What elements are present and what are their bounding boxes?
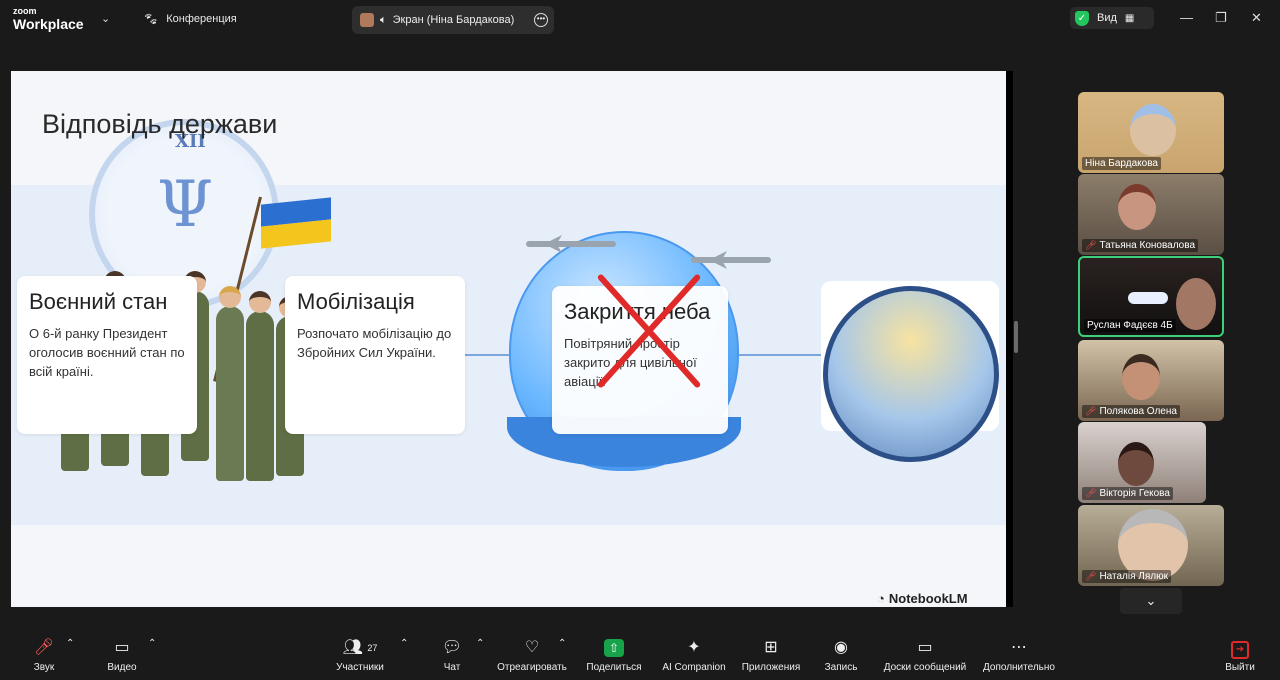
participant-name: 🎤︎ Татьяна Коновалова [1082,239,1199,252]
meeting-label: Конференция [166,13,237,25]
notebooklm-brand: ◔ NotebookLM [877,591,968,606]
restore-button[interactable]: ❐ [1215,10,1227,26]
chevron-down-icon[interactable]: ⌄ [101,12,110,25]
screen-share-tab[interactable]: 🔈︎ Экран (Ніна Бардакова) ••• [352,6,554,34]
react-label: Отреагировать [497,662,567,673]
participant-tile-active[interactable]: Руслан Фадєєв 4Б [1078,256,1224,337]
mic-muted-icon: 🎤︎ [33,639,55,656]
participants-count: 27 [367,643,378,653]
participants-label: Участники [336,662,384,673]
apps-icon: ⊞ [764,639,778,656]
paw-icon: 🐾︎ [143,12,159,26]
participant-tile[interactable]: Ніна Бардакова [1078,92,1224,173]
sparkle-icon: ✦ [687,639,701,656]
audio-button[interactable]: 🎤︎ Звук [24,638,64,673]
record-button[interactable]: ◉ Запись [822,638,860,673]
video-options-caret[interactable]: ⌃ [148,638,156,649]
video-camera-icon: ▭ [114,639,130,656]
participant-name: Руслан Фадєєв 4Б [1084,319,1176,332]
grid-icon: ▦ [1124,12,1135,24]
slide-title: Відповідь держави [42,109,278,139]
whiteboard-icon: ▭ [917,639,933,656]
chat-label: Чат [443,662,461,673]
participants-icon: 👥︎ 27 [342,639,378,656]
zoom-logo: zoom Workplace [13,6,84,32]
shared-screen-area: XII Ψ Відповідь держави Воєнний стан О 6… [0,38,1060,632]
participant-tile[interactable]: 🎤︎ Наталія Лялюк [1078,505,1224,586]
chat-icon: 💬︎ [441,639,463,656]
companion-label: AI Companion [662,662,726,673]
card-mobilization: Мобілізація Розпочато мобілізацію до Збр… [285,276,465,434]
apps-button[interactable]: ⊞ Приложения [738,638,804,673]
notebooklm-icon: ◔ [877,591,885,606]
share-label: Экран (Ніна Бардакова) [392,14,515,26]
airplane-icon [526,241,616,247]
share-button[interactable]: ⇧ Поделиться [584,638,644,673]
card-text: Розпочато мобілізацію до Збройних Сил Ук… [297,326,452,360]
exit-icon: ➜ [1222,638,1258,659]
card-title: Воєнний стан [29,289,168,314]
presentation-slide: XII Ψ Відповідь держави Воєнний стан О 6… [11,71,1006,607]
participant-tile[interactable]: 🎤︎ Полякова Олена [1078,340,1224,421]
close-button[interactable]: ✕ [1251,10,1262,26]
audio-options-caret[interactable]: ⌃ [66,638,74,649]
more-label: Дополнительно [983,662,1055,673]
participant-tile[interactable]: 🎤︎ Татьяна Коновалова [1078,174,1224,255]
more-icon: ⋯ [1011,639,1027,656]
participant-name: 🎤︎ Наталія Лялюк [1082,570,1171,583]
leave-label: Выйти [1225,662,1255,673]
slide-edge [1006,71,1013,607]
record-icon: ◉ [834,639,848,656]
audio-label: Звук [33,662,55,673]
video-button[interactable]: ▭ Видео [100,638,144,673]
chat-options-caret[interactable]: ⌃ [476,638,484,649]
apps-label: Приложения [741,662,801,673]
gallery-scroll-down-button[interactable]: ⌄ [1120,588,1182,614]
leave-button[interactable]: ➜ Выйти [1222,638,1258,673]
airplane-icon [691,257,771,263]
red-x-icon [591,266,711,396]
participant-name: Ніна Бардакова [1082,157,1161,170]
react-options-caret[interactable]: ⌃ [558,638,566,649]
more-button[interactable]: ⋯ Дополнительно [978,638,1060,673]
card-martial-law: Воєнний стан О 6-й ранку Президент оголо… [17,276,197,434]
chevron-down-icon: ⌄ [1145,593,1157,608]
share-icon: ⇧ [584,638,644,658]
logo-workplace-text: Workplace [13,16,84,32]
connector-line [728,354,823,356]
video-label: Видео [107,662,137,673]
presenter-avatar [360,13,374,27]
more-icon[interactable]: ••• [534,13,548,27]
minimize-button[interactable]: — [1180,10,1193,25]
view-button[interactable]: ✓ Вид ▦ [1070,7,1154,29]
share-label: Поделиться [586,662,642,673]
mic-muted-icon: 🎤︎ [1085,488,1097,498]
meeting-toolbar: 🎤︎ Звук ⌃ ▭ Видео ⌃ 👥︎ 27 Участники ⌃ 💬︎… [0,632,1280,680]
mic-muted-icon: 🎤︎ [1085,406,1097,416]
title-bar: zoom Workplace ⌄ 🐾︎ Конференция 🔈︎ Экран… [0,0,1280,38]
participants-button[interactable]: 👥︎ 27 Участники [334,638,386,673]
participant-name: 🎤︎ Полякова Олена [1082,405,1180,418]
card-title: Мобілізація [297,289,415,314]
brand-label: NotebookLM [888,591,968,606]
mic-muted-icon: 🎤︎ [1085,240,1097,250]
participants-options-caret[interactable]: ⌃ [400,638,408,649]
ai-companion-button[interactable]: ✦ AI Companion [660,638,728,673]
view-label: Вид [1097,12,1117,24]
speaker-icon: 🔈︎ [380,13,387,26]
card-text: О 6-й ранку Президент оголосив воєнний с… [29,326,185,379]
participant-tile[interactable]: 🎤︎ Вікторія Гекова [1078,422,1206,503]
meeting-info-button[interactable]: 🐾︎ Конференция [143,12,237,26]
whiteboards-button[interactable]: ▭ Доски сообщений [878,638,972,673]
soldiers-badge-illustration [823,286,999,462]
participant-name: 🎤︎ Вікторія Гекова [1082,487,1173,500]
record-label: Запись [824,662,858,673]
shield-check-icon: ✓ [1075,10,1089,26]
chat-button[interactable]: 💬︎ Чат [438,638,466,673]
logo-zoom-text: zoom [13,6,37,16]
panel-resize-handle[interactable] [1014,321,1018,353]
whiteboards-label: Доски сообщений [883,662,967,673]
mic-muted-icon: 🎤︎ [1085,571,1097,581]
